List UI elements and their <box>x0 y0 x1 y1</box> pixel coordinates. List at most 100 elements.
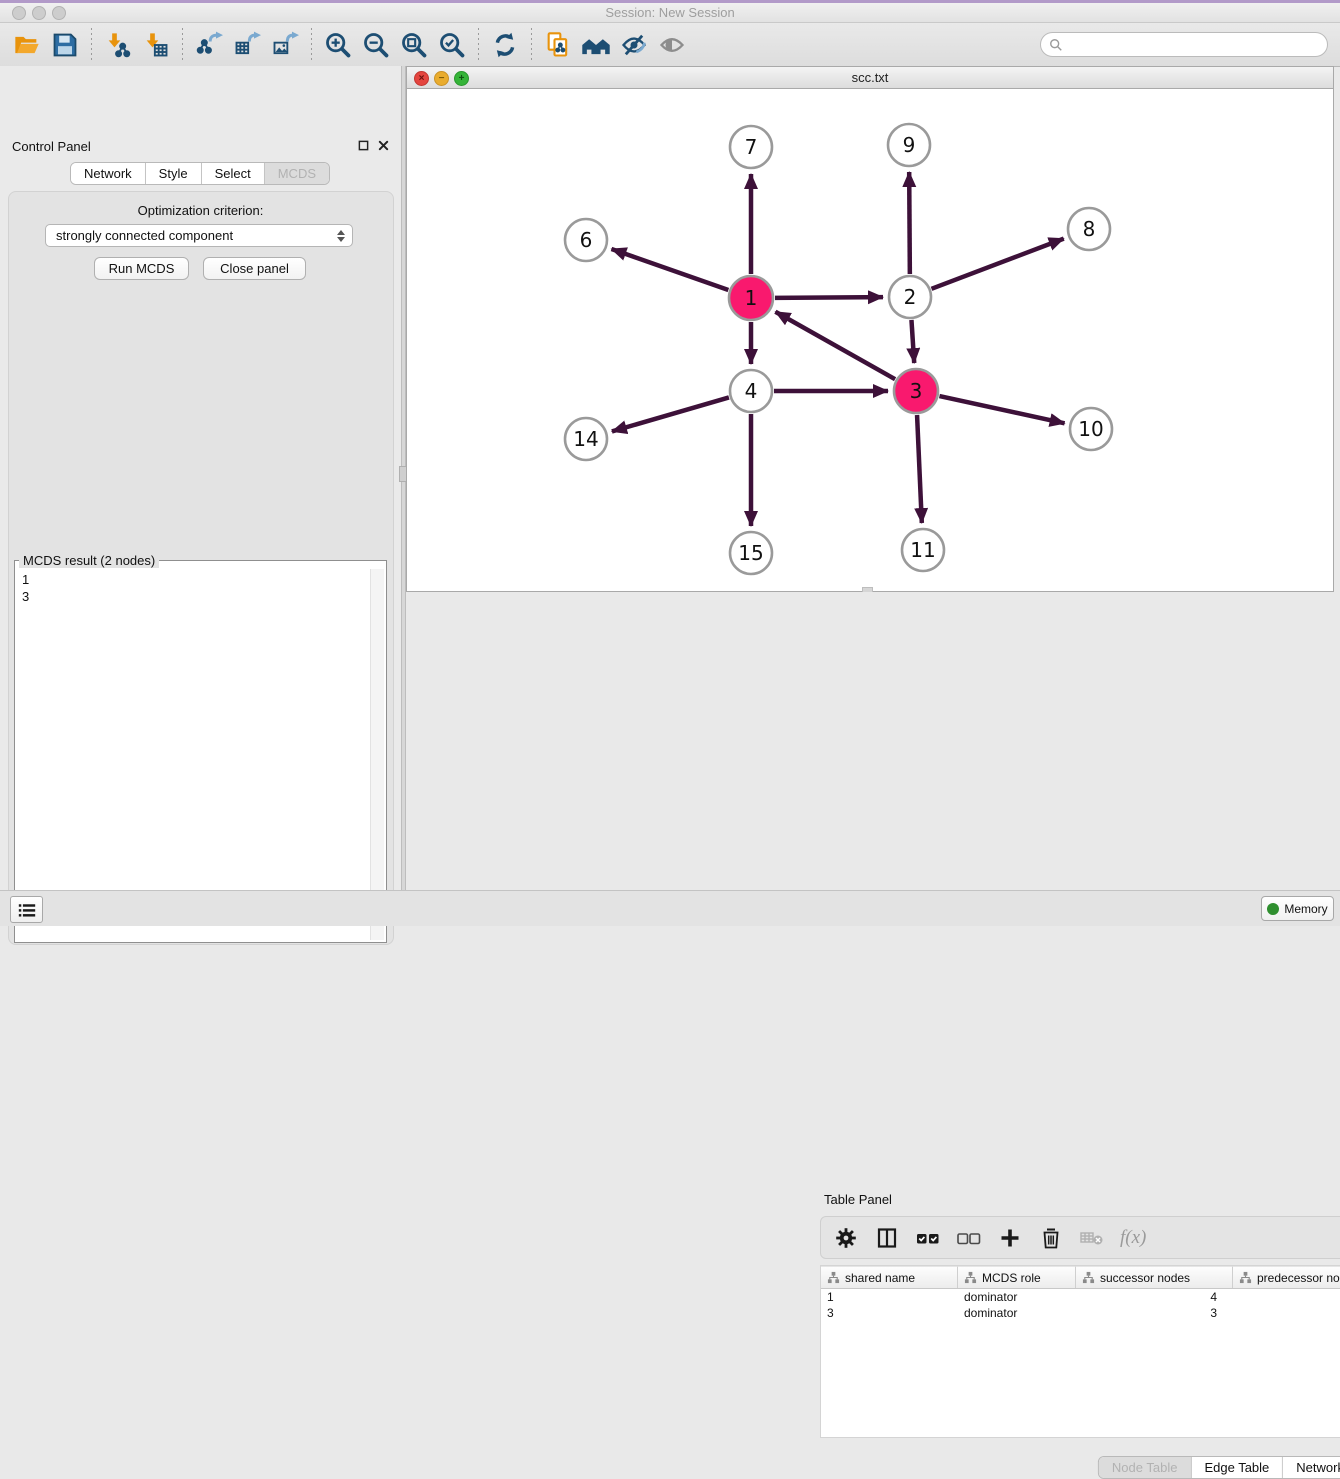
edge-3-1[interactable] <box>775 312 895 379</box>
gear-icon[interactable] <box>833 1225 859 1251</box>
run-mcds-button[interactable]: Run MCDS <box>94 257 189 280</box>
export-table-icon[interactable] <box>230 28 264 62</box>
add-column-icon[interactable] <box>997 1225 1023 1251</box>
close-panel-icon[interactable] <box>378 140 389 151</box>
memory-label: Memory <box>1284 902 1327 916</box>
edge-2-8[interactable] <box>932 239 1064 289</box>
memory-button[interactable]: Memory <box>1261 896 1334 921</box>
split-columns-icon[interactable] <box>874 1225 900 1251</box>
open-file-icon[interactable] <box>10 28 44 62</box>
network-maximize-button[interactable]: + <box>454 71 469 86</box>
result-scrollbar[interactable] <box>370 569 384 940</box>
column-header-successor-nodes[interactable]: successor nodes <box>1076 1266 1233 1288</box>
node-label: 15 <box>738 541 763 565</box>
tab-network[interactable]: Network <box>71 163 146 184</box>
zoom-fit-icon[interactable] <box>397 28 431 62</box>
graph-node-2[interactable]: 2 <box>889 276 931 318</box>
column-header-shared-name[interactable]: shared name <box>821 1266 958 1288</box>
delete-table-icon <box>1079 1225 1105 1251</box>
graph-node-11[interactable]: 11 <box>902 529 944 571</box>
tab-edge-table[interactable]: Edge Table <box>1191 1457 1283 1478</box>
criterion-dropdown[interactable]: strongly connected component <box>45 224 353 247</box>
import-table-icon[interactable] <box>139 28 173 62</box>
unselect-all-icon[interactable] <box>956 1225 982 1251</box>
optimization-criterion-label: Optimization criterion: <box>0 203 401 218</box>
network-minimize-button[interactable]: − <box>434 71 449 86</box>
task-history-button[interactable] <box>10 896 43 923</box>
zoom-selected-icon[interactable] <box>435 28 469 62</box>
tab-style[interactable]: Style <box>146 163 202 184</box>
clone-network-icon[interactable] <box>541 28 575 62</box>
refresh-icon[interactable] <box>488 28 522 62</box>
search-field[interactable] <box>1040 32 1328 57</box>
show-details-icon[interactable] <box>655 28 689 62</box>
cell-successor-nodes: 4 <box>1076 1289 1233 1305</box>
graph-node-4[interactable]: 4 <box>730 370 772 412</box>
network-window-title: scc.txt <box>407 67 1333 88</box>
toolbar-separator <box>478 28 479 62</box>
dropdown-stepper-icon <box>337 230 345 242</box>
toolbar-separator <box>311 28 312 62</box>
table-row[interactable]: 3dominator323 <box>821 1305 1340 1321</box>
graph-node-3[interactable]: 3 <box>894 369 938 413</box>
graph-node-1[interactable]: 1 <box>729 276 773 320</box>
export-network-icon[interactable] <box>192 28 226 62</box>
network-canvas[interactable]: 7 9 6 8 1 2 4 3 14 10 15 11 <box>407 89 1333 591</box>
close-panel-button[interactable]: Close panel <box>203 257 306 280</box>
tab-select[interactable]: Select <box>202 163 265 184</box>
zoom-out-icon[interactable] <box>359 28 393 62</box>
edge-3-10[interactable] <box>939 396 1064 423</box>
node-label: 9 <box>903 133 916 157</box>
tab-network-table[interactable]: Network Table <box>1283 1457 1340 1478</box>
edge-1-6[interactable] <box>611 249 728 290</box>
node-label: 4 <box>745 379 758 403</box>
window-minimize-button[interactable] <box>32 6 46 20</box>
search-input[interactable] <box>1063 36 1319 53</box>
mcds-result-groupbox: MCDS result (2 nodes) 13 <box>14 560 387 943</box>
graph-node-14[interactable]: 14 <box>565 418 607 460</box>
criterion-value: strongly connected component <box>56 228 233 243</box>
graph-node-10[interactable]: 10 <box>1070 408 1112 450</box>
graph-node-9[interactable]: 9 <box>888 124 930 166</box>
graph-node-7[interactable]: 7 <box>730 126 772 168</box>
node-label: 11 <box>910 538 935 562</box>
window-zoom-button[interactable] <box>52 6 66 20</box>
tab-node-table[interactable]: Node Table <box>1099 1457 1192 1478</box>
cell-MCDS-role: dominator <box>958 1289 1076 1305</box>
import-network-icon[interactable] <box>101 28 135 62</box>
save-session-icon[interactable] <box>48 28 82 62</box>
column-header-MCDS-role[interactable]: MCDS role <box>958 1266 1076 1288</box>
column-header-predecessor-nodes[interactable]: predecessor nodes <box>1233 1266 1340 1288</box>
status-bar <box>0 890 1340 926</box>
export-image-icon[interactable] <box>268 28 302 62</box>
select-all-icon[interactable] <box>915 1225 941 1251</box>
network-close-button[interactable]: × <box>414 71 429 86</box>
graph-node-15[interactable]: 15 <box>730 532 772 574</box>
edge-4-14[interactable] <box>612 397 729 431</box>
network-window-titlebar[interactable]: × − + scc.txt <box>407 67 1333 89</box>
window-close-button[interactable] <box>12 6 26 20</box>
control-panel-tabs: NetworkStyleSelectMCDS <box>70 162 330 185</box>
table-row[interactable]: 1dominator411 <box>821 1289 1340 1305</box>
graph-node-6[interactable]: 6 <box>565 219 607 261</box>
delete-column-icon[interactable] <box>1038 1225 1064 1251</box>
node-label: 8 <box>1083 217 1096 241</box>
tab-mcds[interactable]: MCDS <box>265 163 329 184</box>
zoom-in-icon[interactable] <box>321 28 355 62</box>
edge-2-3[interactable] <box>911 320 914 363</box>
home-icon[interactable] <box>579 28 613 62</box>
network-view-window: × − + scc.txt 7 9 6 8 1 2 4 3 14 10 15 11 <box>406 66 1334 592</box>
memory-status-icon <box>1267 903 1279 915</box>
edge-1-2[interactable] <box>775 297 883 298</box>
control-panel-window-buttons <box>358 140 389 151</box>
mcds-result-list[interactable]: 13 <box>17 569 370 940</box>
mcds-result-line: 3 <box>22 588 365 605</box>
edge-3-11[interactable] <box>917 415 922 523</box>
table-panel-title: Table Panel <box>824 1192 892 1207</box>
node-label: 6 <box>580 228 593 252</box>
edge-2-9[interactable] <box>909 172 910 274</box>
float-panel-icon[interactable] <box>358 140 369 151</box>
graph-node-8[interactable]: 8 <box>1068 208 1110 250</box>
main-toolbar <box>0 23 1340 67</box>
hide-details-icon[interactable] <box>617 28 651 62</box>
